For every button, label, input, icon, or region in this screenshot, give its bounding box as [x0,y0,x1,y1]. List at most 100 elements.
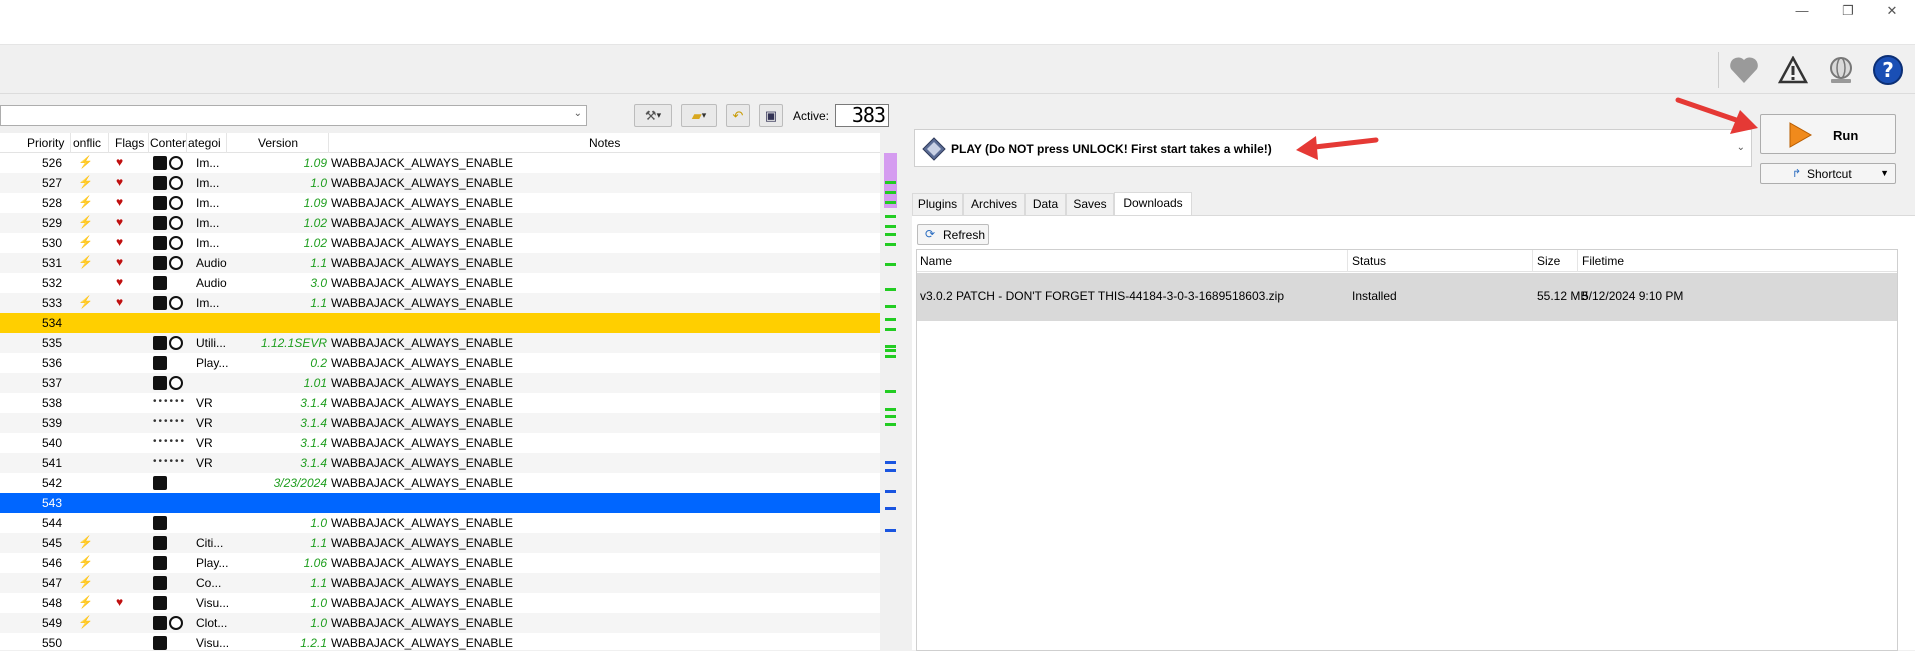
mod-notes: WABBAJACK_ALWAYS_ENABLE [331,516,514,530]
scrollbar-marker [885,288,896,291]
run-button[interactable]: Run [1760,114,1896,154]
content-icon [153,176,167,190]
mod-row[interactable]: 546 ⚡ Play... 1.06 WABBAJACK_ALWAYS_ENABLE [0,553,880,573]
refresh-icon: ⟳ [925,227,936,241]
create-backup-button[interactable]: ▣ [759,104,783,127]
mod-version: 1.09 [303,196,327,210]
tab-plugins[interactable]: Plugins [912,193,963,216]
mod-priority: 542 [41,476,62,490]
content-icon [169,376,183,390]
separator-row[interactable]: 534 [0,313,880,333]
column-size[interactable]: Size [1537,254,1560,268]
mod-row[interactable]: 532 ♥ Audio 3.0 WABBAJACK_ALWAYS_ENABLE [0,273,880,293]
help-icon[interactable]: ? [1868,51,1908,89]
play-icon [1789,122,1813,148]
mod-row[interactable]: 541 •••••• VR 3.1.4 WABBAJACK_ALWAYS_ENABLE [0,453,880,473]
mod-list[interactable]: Priority onflic Flags Conter ategoi Vers… [0,133,880,650]
column-notes[interactable]: Notes [589,136,620,150]
scrollbar-marker [885,507,896,510]
mod-row[interactable]: 529 ⚡ ♥ Im... 1.02 WABBAJACK_ALWAYS_ENABLE [0,213,880,233]
tab-saves[interactable]: Saves [1066,193,1114,216]
column-filetime[interactable]: Filetime [1582,254,1624,268]
mod-row[interactable]: 527 ⚡ ♥ Im... 1.0 WABBAJACK_ALWAYS_ENABLE [0,173,880,193]
minimize-button[interactable]: — [1787,2,1817,20]
mod-row[interactable]: 538 •••••• VR 3.1.4 WABBAJACK_ALWAYS_ENABLE [0,393,880,413]
close-button[interactable]: ✕ [1877,2,1907,20]
tab-downloads[interactable]: Downloads [1114,192,1192,216]
mod-row[interactable]: 542 3/23/2024 WABBAJACK_ALWAYS_ENABLE [0,473,880,493]
downloads-table[interactable]: Name Status Size Filetime v3.0.2 PATCH -… [916,249,1898,651]
column-divider [1532,250,1533,272]
content-icon [169,216,183,230]
column-priority[interactable]: Priority [27,136,67,150]
content-icon [153,196,167,210]
mod-category: Audio [196,256,227,270]
mod-list-scrollbar[interactable] [882,133,899,650]
flag-icon: ♥ [116,295,124,309]
heart-icon[interactable] [1724,51,1764,89]
mod-row[interactable]: 549 ⚡ Clot... 1.0 WABBAJACK_ALWAYS_ENABLE [0,613,880,633]
content-icon [153,216,167,230]
content-icon [169,296,183,310]
mod-row[interactable]: 548 ⚡ ♥ Visu... 1.0 WABBAJACK_ALWAYS_ENABLE [0,593,880,613]
column-content[interactable]: Conter [150,136,186,150]
mod-version: 1.2.1 [300,636,327,650]
globe-icon[interactable] [1821,51,1861,89]
download-filetime: 5/12/2024 9:10 PM [1582,289,1684,303]
column-conflicts[interactable]: onflic [73,136,107,150]
mod-priority: 540 [41,436,62,450]
mod-row[interactable]: 547 ⚡ Co... 1.1 WABBAJACK_ALWAYS_ENABLE [0,573,880,593]
mod-notes: WABBAJACK_ALWAYS_ENABLE [331,636,514,650]
mod-notes: WABBAJACK_ALWAYS_ENABLE [331,536,514,550]
mod-row[interactable]: 533 ⚡ ♥ Im... 1.1 WABBAJACK_ALWAYS_ENABLE [0,293,880,313]
mod-row[interactable]: 535 Utili... 1.12.1SEVR WABBAJACK_ALWAYS_EN… [0,333,880,353]
scrollbar-marker [885,305,896,308]
mod-row[interactable]: 537 1.01 WABBAJACK_ALWAYS_ENABLE [0,373,880,393]
mod-category: Play... [196,556,229,570]
content-icon [169,256,183,270]
mod-row[interactable]: 540 •••••• VR 3.1.4 WABBAJACK_ALWAYS_ENABLE [0,433,880,453]
mod-row[interactable]: 528 ⚡ ♥ Im... 1.09 WABBAJACK_ALWAYS_ENABLE [0,193,880,213]
column-flags[interactable]: Flags [115,136,149,150]
tools-dropdown-button[interactable]: ⚒ ▾ [634,104,672,127]
mod-row[interactable]: 536 Play... 0.2 WABBAJACK_ALWAYS_ENABLE [0,353,880,373]
restore-button[interactable]: ❐ [1833,2,1863,20]
mod-row[interactable]: 545 ⚡ Citi... 1.1 WABBAJACK_ALWAYS_ENABLE [0,533,880,553]
scrollbar-marker [885,529,896,532]
flag-icon: ♥ [116,275,124,289]
column-category[interactable]: ategoi [188,136,226,150]
mod-category: Im... [196,196,220,210]
content-icon [153,596,167,610]
download-row[interactable]: v3.0.2 PATCH - DON'T FORGET THIS-44184-3… [917,273,1897,321]
mod-row[interactable]: 539 •••••• VR 3.1.4 WABBAJACK_ALWAYS_ENABLE [0,413,880,433]
pane-splitter[interactable] [902,100,906,650]
mod-row[interactable]: 531 ⚡ ♥ Audio 1.1 WABBAJACK_ALWAYS_ENABLE [0,253,880,273]
mod-version: 1.1 [310,256,327,270]
tab-data[interactable]: Data [1025,193,1066,216]
open-folder-dropdown-button[interactable]: ▰ ▾ [681,104,717,127]
tab-archives[interactable]: Archives [963,193,1025,216]
content-icon [169,616,183,630]
mod-row[interactable]: 550 Visu... 1.2.1 WABBAJACK_ALWAYS_ENABLE [0,633,880,650]
column-version[interactable]: Version [258,136,298,150]
mod-row[interactable]: 526 ⚡ ♥ Im... 1.09 WABBAJACK_ALWAYS_ENABLE [0,153,880,173]
column-status[interactable]: Status [1352,254,1386,268]
column-name[interactable]: Name [920,254,952,268]
mod-row[interactable]: 530 ⚡ ♥ Im... 1.02 WABBAJACK_ALWAYS_ENABLE [0,233,880,253]
mod-category: Audio [196,276,227,290]
restore-backup-button[interactable]: ↶ [726,104,750,127]
mod-version: 1.0 [310,596,327,610]
separator-row[interactable]: 543 [0,493,880,513]
refresh-button[interactable]: ⟳ Refresh [917,224,989,245]
warning-icon[interactable] [1773,51,1813,89]
mod-priority: 536 [41,356,62,370]
title-bar: — ❐ ✕ [0,0,1915,22]
shortcut-button[interactable]: ↱ Shortcut ▼ [1760,163,1896,184]
mod-version: 0.2 [310,356,327,370]
mod-version: 1.1 [310,576,327,590]
filter-combobox[interactable]: ⌄ [0,105,587,126]
mod-row[interactable]: 544 1.0 WABBAJACK_ALWAYS_ENABLE [0,513,880,533]
content-icon [153,476,167,490]
content-icon [169,336,183,350]
chevron-down-icon: ⌄ [573,108,582,119]
